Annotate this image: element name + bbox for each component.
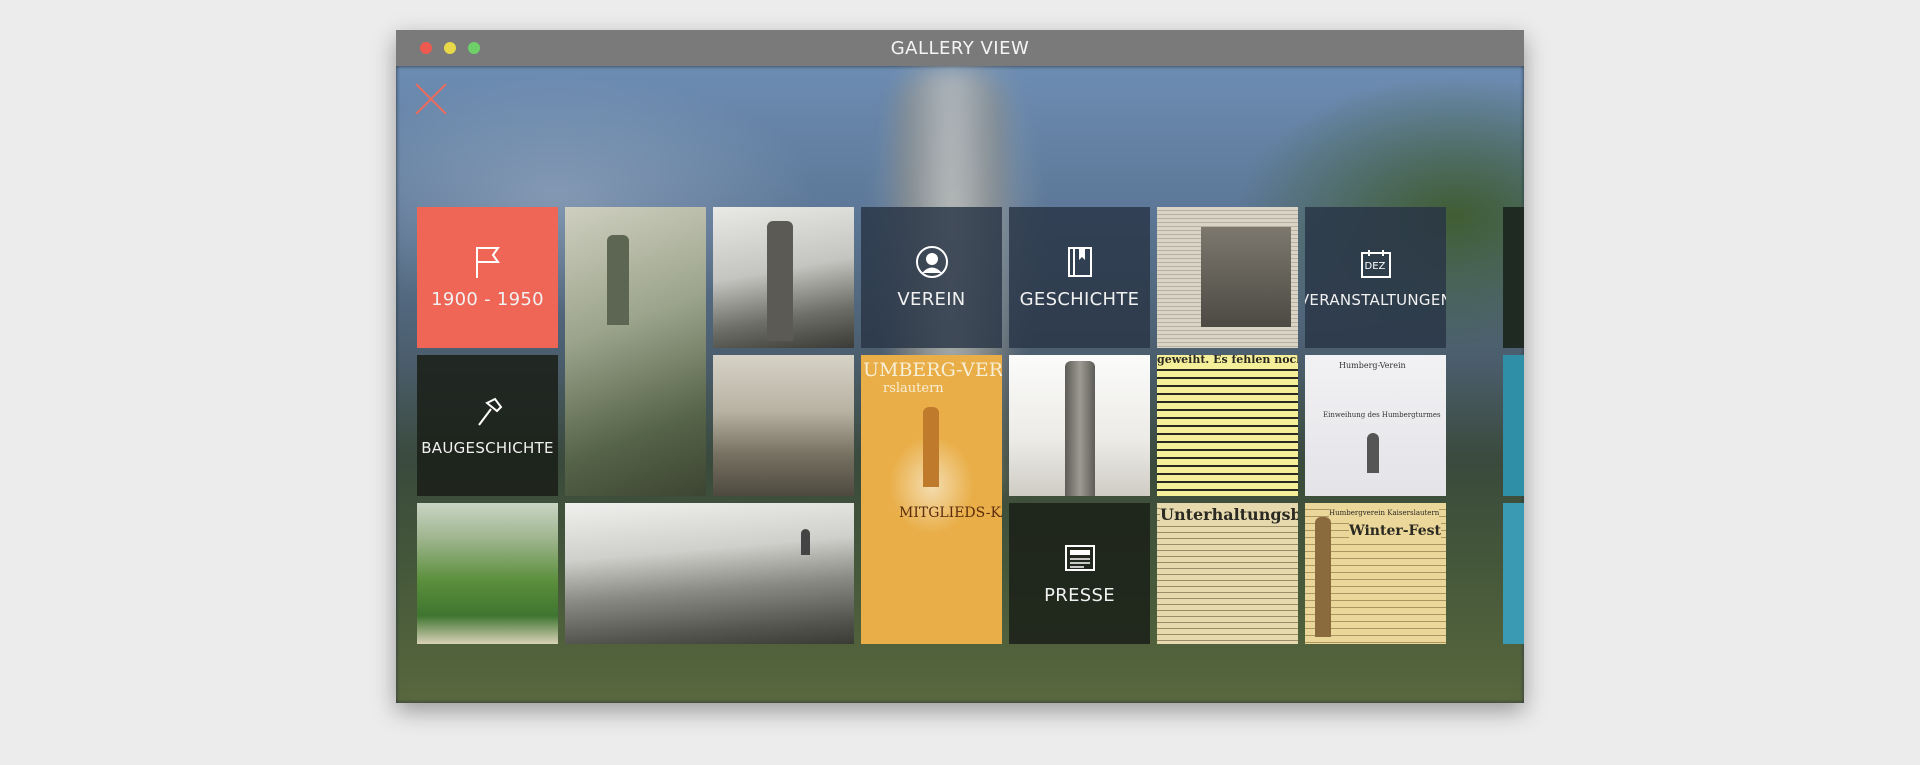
baugeschichte-label: BAUGESCHICHTE	[421, 438, 554, 457]
menu-tile-veranstaltungen[interactable]: DEZ VERANSTALTUNGEN	[1305, 207, 1446, 348]
program-subheading: Einweihung des Humbergturmes	[1323, 411, 1441, 419]
hammer-icon	[471, 395, 505, 429]
tower-silhouette	[767, 221, 793, 341]
program-heading: Humberg-Verein	[1339, 361, 1406, 370]
clipping-image	[1201, 227, 1291, 327]
photo-newspaper-yellow[interactable]: geweiht. Es fehlen noch 1	[1157, 355, 1298, 496]
photo-panorama[interactable]	[565, 503, 854, 644]
tower-silhouette	[1315, 517, 1331, 637]
photo-landscape-postcard[interactable]	[417, 503, 558, 644]
tower-silhouette	[801, 529, 810, 555]
gallery-grid: 1900 - 1950 BAUGESCHICHTE VEREIN UMBERG-…	[417, 207, 1524, 652]
book-icon	[1063, 245, 1097, 279]
next-column-tile[interactable]	[1503, 207, 1524, 348]
person-icon	[915, 245, 949, 279]
photo-tower-closeup[interactable]	[713, 207, 854, 348]
verein-label: VEREIN	[897, 289, 966, 310]
photo-newspaper-clipping[interactable]	[1157, 207, 1298, 348]
tower-silhouette	[1367, 433, 1379, 473]
next-column-tile[interactable]	[1503, 355, 1524, 496]
close-window-button[interactable]	[420, 42, 432, 54]
unterhaltungsblatt-headline: Unterhaltungsblatt	[1160, 505, 1298, 524]
veranstaltungen-label: VERANSTALTUNGEN	[1305, 290, 1446, 309]
next-column-tile[interactable]	[1503, 503, 1524, 644]
photo-tree-landscape[interactable]	[713, 355, 854, 496]
photo-tower-white[interactable]	[1009, 355, 1150, 496]
minimize-window-button[interactable]	[444, 42, 456, 54]
menu-tile-era[interactable]: 1900 - 1950	[417, 207, 558, 348]
photo-winterfest[interactable]: Humbergverein Kaiserslautern Winter-Fest	[1305, 503, 1446, 644]
gallery-window: GALLERY VIEW 1900 - 1950 BAUGESCHICHTE V…	[396, 30, 1524, 703]
card-heading: UMBERG-VEREIN	[863, 359, 1002, 381]
tower-silhouette	[923, 407, 939, 487]
menu-tile-baugeschichte[interactable]: BAUGESCHICHTE	[417, 355, 558, 496]
maximize-window-button[interactable]	[468, 42, 480, 54]
card-subheading: rslautern	[883, 381, 944, 396]
winterfest-heading: Winter-Fest	[1349, 523, 1441, 539]
tower-silhouette	[607, 235, 629, 325]
photo-unterhaltungsblatt[interactable]: Unterhaltungsblatt	[1157, 503, 1298, 644]
newspaper-text: geweiht. Es fehlen noch 1	[1157, 355, 1298, 366]
presse-label: PRESSE	[1044, 585, 1115, 606]
calendar-icon: DEZ	[1359, 247, 1393, 281]
title-bar: GALLERY VIEW	[396, 30, 1524, 66]
photo-tower-path[interactable]	[565, 207, 706, 496]
winterfest-subheading: Humbergverein Kaiserslautern	[1329, 509, 1440, 517]
photo-membership-card[interactable]: UMBERG-VEREIN rslautern MITGLIEDS-KARTE	[861, 355, 1002, 644]
newspaper-icon	[1063, 541, 1097, 575]
calendar-badge: DEZ	[1364, 260, 1386, 272]
tower-silhouette	[1065, 361, 1095, 496]
flag-icon	[471, 245, 505, 279]
close-icon[interactable]	[414, 82, 448, 116]
menu-tile-presse[interactable]: PRESSE	[1009, 503, 1150, 644]
menu-tile-verein[interactable]: VEREIN	[861, 207, 1002, 348]
window-title: GALLERY VIEW	[890, 37, 1030, 59]
photo-program-flyer[interactable]: Humberg-Verein Einweihung des Humbergtur…	[1305, 355, 1446, 496]
geschichte-label: GESCHICHTE	[1019, 289, 1140, 310]
era-label: 1900 - 1950	[431, 289, 544, 310]
menu-tile-geschichte[interactable]: GESCHICHTE	[1009, 207, 1150, 348]
card-caption: MITGLIEDS-KARTE	[899, 505, 1002, 521]
